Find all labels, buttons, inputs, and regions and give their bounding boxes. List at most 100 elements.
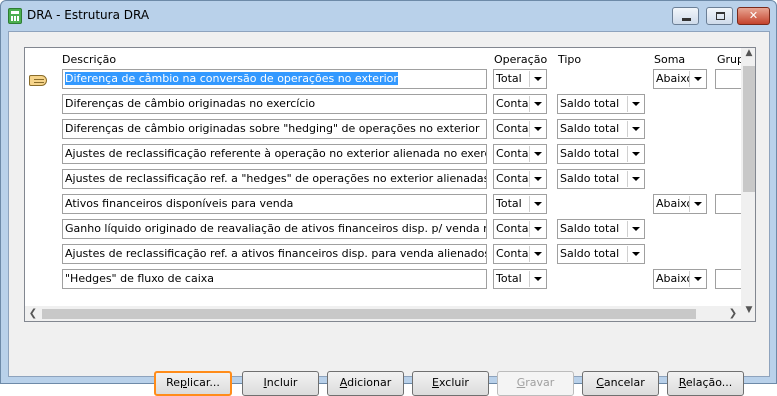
- dropdown-arrow-icon[interactable]: [529, 196, 545, 212]
- dropdown-arrow-icon[interactable]: [529, 146, 545, 162]
- title-bar[interactable]: DRA - Estrutura DRA ✕: [1, 1, 776, 31]
- dropdown-arrow-icon[interactable]: [529, 121, 545, 137]
- dropdown-arrow-icon[interactable]: [627, 121, 643, 137]
- dropdown-arrow-icon[interactable]: [529, 96, 545, 112]
- maximize-button[interactable]: [706, 7, 733, 25]
- row-descricao-field[interactable]: Diferença de câmbio na conversão de oper…: [62, 69, 487, 89]
- dropdown-arrow-icon[interactable]: [529, 271, 545, 287]
- row-soma-select[interactable]: Abaixo: [653, 69, 707, 89]
- gravar-label: ravar: [525, 376, 555, 389]
- row-descricao-field[interactable]: Ganho líquido originado de reavaliação d…: [62, 219, 487, 239]
- row-operacao-select[interactable]: Contas: [493, 119, 547, 139]
- dropdown-arrow-icon[interactable]: [529, 221, 545, 237]
- dropdown-arrow-icon[interactable]: [529, 246, 545, 262]
- row-descricao-field[interactable]: Ajustes de reclassificação referente à o…: [62, 144, 487, 164]
- cancelar-label: ancelar: [603, 376, 645, 389]
- row-soma-select-value: Abaixo: [656, 272, 694, 285]
- dropdown-arrow-icon[interactable]: [627, 221, 643, 237]
- vertical-scroll-thumb[interactable]: [743, 66, 755, 192]
- row-operacao-select[interactable]: Total: [493, 194, 547, 214]
- row-operacao-select[interactable]: Contas: [493, 144, 547, 164]
- row-soma-select[interactable]: Abaixo: [653, 269, 707, 289]
- row-tipo-select[interactable]: Saldo total: [557, 94, 645, 114]
- relacao-mnemonic: R: [678, 376, 686, 389]
- current-row-pointer-icon: [27, 73, 49, 87]
- vertical-scrollbar[interactable]: ▲ ▼: [741, 48, 755, 321]
- horizontal-scrollbar[interactable]: ❮ ❯: [25, 306, 741, 321]
- row-tipo-select-value: Saldo total: [560, 247, 620, 260]
- minimize-button[interactable]: [672, 7, 699, 25]
- row-operacao-select[interactable]: Contas: [493, 169, 547, 189]
- adicionar-mnemonic: A: [339, 376, 348, 389]
- close-button[interactable]: ✕: [737, 7, 770, 25]
- row-tipo-select-value: Saldo total: [560, 97, 620, 110]
- row-operacao-select-value: Total: [496, 272, 522, 285]
- dropdown-arrow-icon[interactable]: [689, 196, 705, 212]
- row-descricao-text: Ativos financeiros disponíveis para vend…: [65, 197, 294, 210]
- header-tipo: Tipo: [558, 53, 582, 66]
- header-operacao: Operação: [494, 53, 548, 66]
- row-operacao-select-value: Total: [496, 197, 522, 210]
- incluir-label: ncluir: [266, 376, 298, 389]
- row-operacao-select[interactable]: Contas: [493, 244, 547, 264]
- row-tipo-select[interactable]: Saldo total: [557, 119, 645, 139]
- row-descricao-text: Diferenças de câmbio originadas no exerc…: [65, 97, 316, 110]
- dra-window: DRA - Estrutura DRA ✕ Descrição Operação…: [0, 0, 777, 396]
- maximize-icon: [716, 12, 725, 20]
- row-operacao-select[interactable]: Contas: [493, 219, 547, 239]
- excluir-label: xcluir: [438, 376, 469, 389]
- dropdown-arrow-icon[interactable]: [689, 71, 705, 87]
- dropdown-arrow-icon[interactable]: [627, 246, 643, 262]
- dropdown-arrow-icon[interactable]: [689, 271, 705, 287]
- dropdown-arrow-icon[interactable]: [529, 171, 545, 187]
- row-tipo-select[interactable]: Saldo total: [557, 219, 645, 239]
- row-descricao-text: Ganho líquido originado de reavaliação d…: [65, 222, 486, 235]
- gravar-mnemonic: G: [516, 376, 526, 389]
- row-descricao-text: Diferenças de câmbio originadas sobre "h…: [65, 122, 480, 135]
- horizontal-scroll-thumb[interactable]: [42, 309, 696, 319]
- scroll-right-icon[interactable]: ❯: [725, 306, 741, 321]
- dropdown-arrow-icon[interactable]: [529, 71, 545, 87]
- row-descricao-field[interactable]: Ativos financeiros disponíveis para vend…: [62, 194, 487, 214]
- cancelar-mnemonic: C: [596, 376, 604, 389]
- row-operacao-select[interactable]: Total: [493, 69, 547, 89]
- replicar-mnemonic: p: [180, 376, 187, 389]
- header-descricao: Descrição: [62, 53, 117, 66]
- row-tipo-select[interactable]: Saldo total: [557, 244, 645, 264]
- row-tipo-select-value: Saldo total: [560, 147, 620, 160]
- row-descricao-field[interactable]: Ajustes de reclassificação ref. a "hedge…: [62, 169, 487, 189]
- adicionar-label: dicionar: [347, 376, 392, 389]
- row-descricao-text: Ajustes de reclassificação ref. a ativos…: [65, 247, 487, 260]
- row-descricao-field[interactable]: Diferenças de câmbio originadas sobre "h…: [62, 119, 487, 139]
- row-tipo-select-value: Saldo total: [560, 172, 620, 185]
- row-descricao-field[interactable]: "Hedges" de fluxo de caixa: [62, 269, 487, 289]
- replicar-label-pre: Re: [166, 376, 181, 389]
- row-operacao-select[interactable]: Total: [493, 269, 547, 289]
- spreadsheet-app-icon: [8, 8, 22, 24]
- header-grupo: Grup: [717, 53, 745, 66]
- scroll-left-icon[interactable]: ❮: [25, 306, 41, 321]
- replicar-label-post: licar...: [187, 376, 220, 389]
- row-descricao-text: Ajustes de reclassificação ref. a "hedge…: [65, 172, 487, 185]
- header-soma: Soma: [654, 53, 686, 66]
- dropdown-arrow-icon[interactable]: [627, 96, 643, 112]
- scroll-up-icon[interactable]: ▲: [741, 48, 755, 64]
- minimize-icon: [682, 18, 691, 21]
- row-operacao-select-value: Total: [496, 72, 522, 85]
- scroll-down-icon[interactable]: ▼: [741, 305, 755, 321]
- row-soma-select-value: Abaixo: [656, 72, 694, 85]
- row-operacao-select[interactable]: Contas: [493, 94, 547, 114]
- structure-grid[interactable]: Descrição Operação Tipo Soma Grup Difere…: [24, 47, 756, 322]
- row-tipo-select[interactable]: Saldo total: [557, 169, 645, 189]
- row-tipo-select-value: Saldo total: [560, 122, 620, 135]
- relacao-label: elação...: [685, 376, 733, 389]
- row-tipo-select[interactable]: Saldo total: [557, 144, 645, 164]
- close-icon: ✕: [748, 9, 759, 22]
- row-tipo-select-value: Saldo total: [560, 222, 620, 235]
- dropdown-arrow-icon[interactable]: [627, 171, 643, 187]
- dropdown-arrow-icon[interactable]: [627, 146, 643, 162]
- row-descricao-field[interactable]: Diferenças de câmbio originadas no exerc…: [62, 94, 487, 114]
- row-descricao-text: Ajustes de reclassificação referente à o…: [65, 147, 487, 160]
- row-descricao-field[interactable]: Ajustes de reclassificação ref. a ativos…: [62, 244, 487, 264]
- row-soma-select[interactable]: Abaixo: [653, 194, 707, 214]
